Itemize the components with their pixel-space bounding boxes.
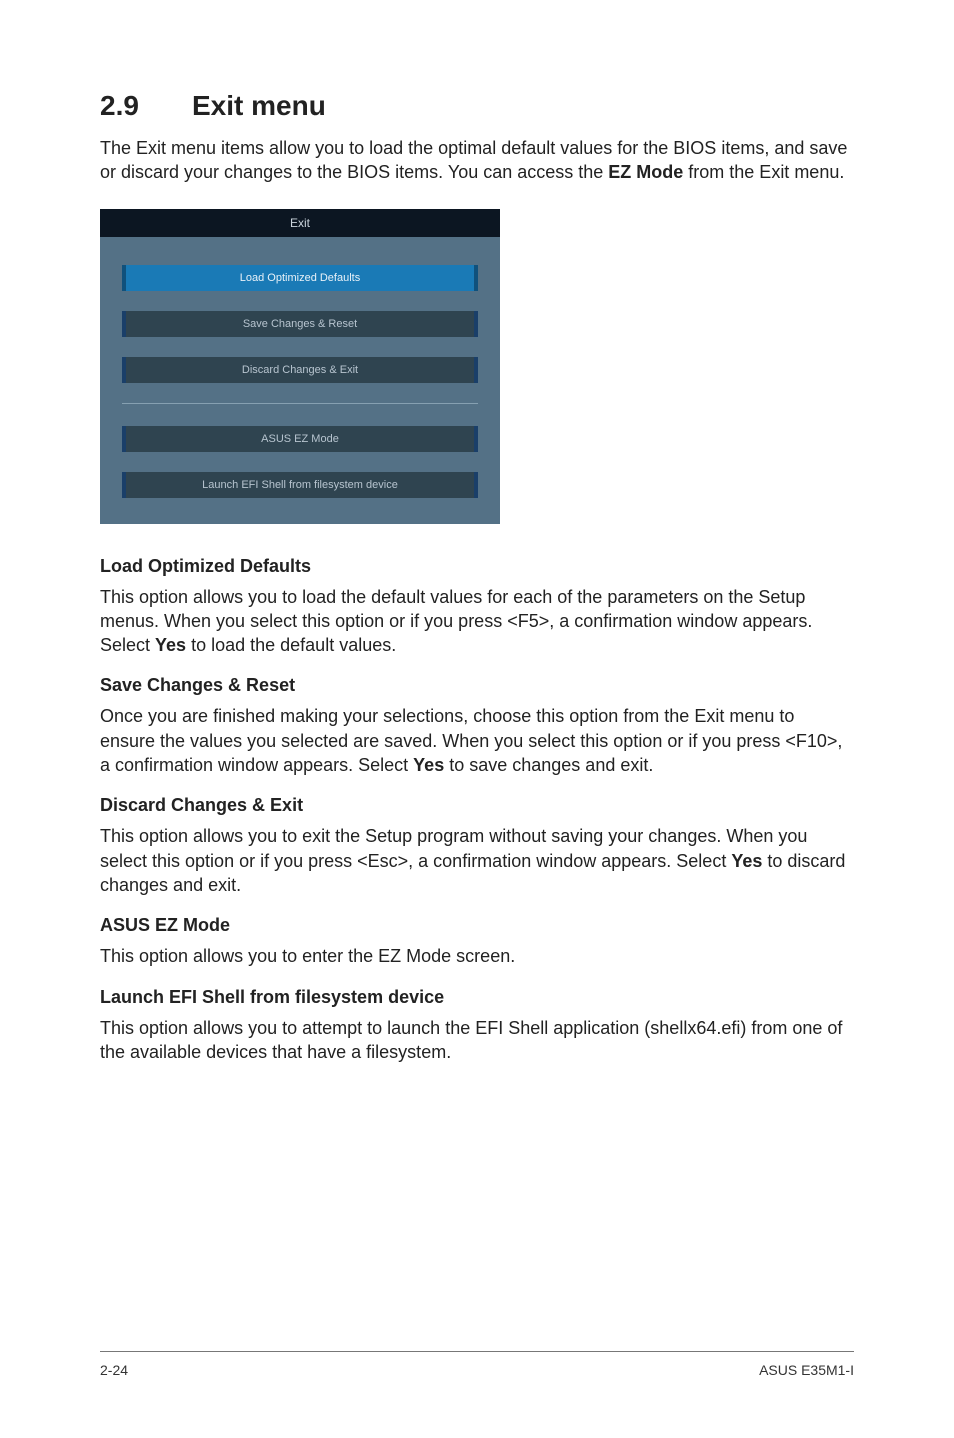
footer-product-name: ASUS E35M1-I [759, 1362, 854, 1378]
launch-efi-heading: Launch EFI Shell from filesystem device [100, 987, 854, 1008]
load-bold: Yes [155, 635, 186, 655]
ez-mode-heading: ASUS EZ Mode [100, 915, 854, 936]
bios-discard-changes-exit-button[interactable]: Discard Changes & Exit [122, 357, 478, 383]
launch-efi-body: This option allows you to attempt to lau… [100, 1016, 854, 1065]
save-reset-body: Once you are finished making your select… [100, 704, 854, 777]
bios-titlebar: Exit [100, 209, 500, 237]
discard-exit-heading: Discard Changes & Exit [100, 795, 854, 816]
section-title: 2.9Exit menu [100, 90, 854, 122]
intro-bold: EZ Mode [608, 162, 683, 182]
page-footer: 2-24 ASUS E35M1-I [100, 1351, 854, 1378]
bios-exit-panel: Exit Load Optimized Defaults Save Change… [100, 209, 500, 524]
bios-load-optimized-defaults-button[interactable]: Load Optimized Defaults [122, 265, 478, 291]
discard-bold: Yes [731, 851, 762, 871]
page: 2.9Exit menu The Exit menu items allow y… [0, 0, 954, 1438]
load-defaults-heading: Load Optimized Defaults [100, 556, 854, 577]
intro-text-2: from the Exit menu. [683, 162, 844, 182]
load-defaults-body: This option allows you to load the defau… [100, 585, 854, 658]
save-text-2: to save changes and exit. [444, 755, 653, 775]
section-name: Exit menu [192, 90, 326, 121]
bios-divider [122, 403, 478, 404]
ez-mode-body: This option allows you to enter the EZ M… [100, 944, 854, 968]
discard-exit-body: This option allows you to exit the Setup… [100, 824, 854, 897]
load-text-2: to load the default values. [186, 635, 396, 655]
bios-body: Load Optimized Defaults Save Changes & R… [100, 237, 500, 510]
save-bold: Yes [413, 755, 444, 775]
intro-paragraph: The Exit menu items allow you to load th… [100, 136, 854, 185]
discard-text-1: This option allows you to exit the Setup… [100, 826, 807, 870]
section-number: 2.9 [100, 90, 192, 122]
save-reset-heading: Save Changes & Reset [100, 675, 854, 696]
bios-save-changes-reset-button[interactable]: Save Changes & Reset [122, 311, 478, 337]
bios-launch-efi-shell-button[interactable]: Launch EFI Shell from filesystem device [122, 472, 478, 498]
bios-asus-ez-mode-button[interactable]: ASUS EZ Mode [122, 426, 478, 452]
footer-page-number: 2-24 [100, 1362, 128, 1378]
